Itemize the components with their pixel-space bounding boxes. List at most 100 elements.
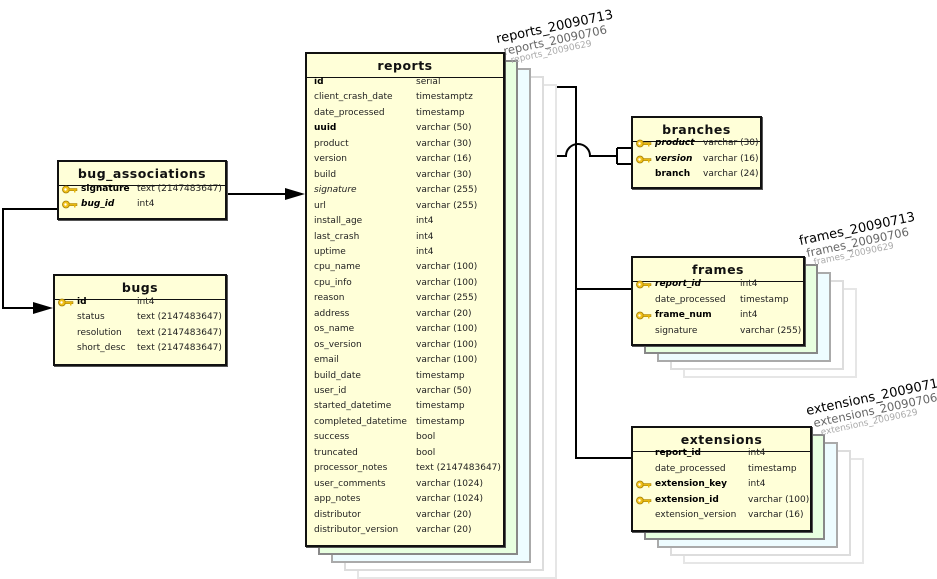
column-type: varchar (1024) <box>416 478 483 489</box>
table-column-row[interactable]: url varchar (255) <box>307 199 503 214</box>
column-type: int4 <box>416 246 434 257</box>
table-column-row[interactable]: user_id varchar (50) <box>307 384 503 399</box>
table-column-row[interactable]: extension_key int4 <box>633 477 810 492</box>
column-type: int4 <box>740 310 758 321</box>
table-column-row[interactable]: uuid varchar (50) <box>307 121 503 136</box>
table-column-row[interactable]: signature varchar (255) <box>307 183 503 198</box>
column-name: cpu_info <box>314 277 352 288</box>
table-column-row[interactable]: product varchar (30) <box>633 136 760 151</box>
column-name: build <box>314 169 337 180</box>
column-type: varchar (16) <box>703 153 759 164</box>
primary-key-icon <box>636 496 652 505</box>
column-type: varchar (20) <box>416 308 472 319</box>
table-column-row[interactable]: build varchar (30) <box>307 168 503 183</box>
column-type: timestamp <box>416 401 465 412</box>
column-type: text (2147483647) <box>137 343 222 354</box>
column-type: timestamp <box>740 294 789 305</box>
table-column-row[interactable]: report_id int4 <box>633 446 810 461</box>
table-column-row[interactable]: success bool <box>307 430 503 445</box>
column-name: branch <box>655 169 691 180</box>
column-type: varchar (100) <box>416 277 478 288</box>
table-column-row[interactable]: bug_id int4 <box>59 197 225 212</box>
column-name: frame_num <box>655 310 712 321</box>
column-name: signature <box>655 325 698 336</box>
table-column-row[interactable]: processor_notes text (2147483647) <box>307 461 503 476</box>
column-name: distributor <box>314 509 361 520</box>
column-name: truncated <box>314 447 358 458</box>
table-column-row[interactable]: app_notes varchar (1024) <box>307 492 503 507</box>
table-column-row[interactable]: date_processed timestamp <box>633 462 810 477</box>
column-name: os_name <box>314 324 355 335</box>
column-name: user_comments <box>314 478 386 489</box>
table-branches[interactable]: branches product varchar (30) version varcha… <box>631 116 762 189</box>
table-column-row[interactable]: address varchar (20) <box>307 307 503 322</box>
column-name: processor_notes <box>314 463 388 474</box>
table-reports[interactable]: reports id serial client_crash_date timestam… <box>305 52 505 547</box>
table-column-row[interactable]: completed_datetime timestamp <box>307 415 503 430</box>
column-type: varchar (30) <box>703 138 759 148</box>
column-name: last_crash <box>314 231 360 242</box>
table-column-row[interactable]: signature varchar (255) <box>633 324 803 339</box>
table-bug-associations[interactable]: bug_associations signature text (214748364… <box>57 160 227 220</box>
column-type: varchar (100) <box>748 494 810 505</box>
table-column-row[interactable]: os_name varchar (100) <box>307 322 503 337</box>
table-column-row[interactable]: date_processed timestamp <box>633 293 803 308</box>
table-extensions[interactable]: extensions report_id int4 date_processed tim… <box>631 426 812 532</box>
primary-key-icon <box>58 298 74 307</box>
table-column-row[interactable]: distributor_version varchar (20) <box>307 523 503 538</box>
table-column-row[interactable]: distributor varchar (20) <box>307 508 503 523</box>
column-name: resolution <box>77 327 122 338</box>
column-type: varchar (255) <box>416 185 478 196</box>
column-name: client_crash_date <box>314 92 393 103</box>
table-column-row[interactable]: extension_version varchar (16) <box>633 508 810 523</box>
column-type: varchar (100) <box>416 262 478 273</box>
column-type: int4 <box>416 231 434 242</box>
column-name: report_id <box>655 448 701 458</box>
table-column-row[interactable]: client_crash_date timestamptz <box>307 90 503 105</box>
column-name: signature <box>81 184 130 194</box>
table-column-row[interactable]: version varchar (16) <box>633 152 760 167</box>
table-column-row[interactable]: started_datetime timestamp <box>307 399 503 414</box>
table-bugs[interactable]: bugs id int4 status text (2147483647) resolut… <box>53 274 227 366</box>
table-column-row[interactable]: user_comments varchar (1024) <box>307 477 503 492</box>
table-column-row[interactable]: resolution text (2147483647) <box>55 326 225 341</box>
column-type: text (2147483647) <box>137 184 222 194</box>
column-name: completed_datetime <box>314 416 407 427</box>
column-type: int4 <box>748 448 766 458</box>
table-column-row[interactable]: install_age int4 <box>307 214 503 229</box>
table-column-row[interactable]: build_date timestamp <box>307 369 503 384</box>
table-column-row[interactable]: reason varchar (255) <box>307 291 503 306</box>
arrow-head <box>33 302 53 314</box>
table-column-row[interactable]: frame_num int4 <box>633 308 803 323</box>
column-name: success <box>314 432 350 443</box>
table-column-row[interactable]: report_id int4 <box>633 277 803 292</box>
column-name: uuid <box>314 123 337 134</box>
column-name: product <box>314 138 349 149</box>
table-column-row[interactable]: product varchar (30) <box>307 137 503 152</box>
table-column-row[interactable]: truncated bool <box>307 446 503 461</box>
table-column-row[interactable]: last_crash int4 <box>307 230 503 245</box>
column-name: email <box>314 355 339 366</box>
table-column-row[interactable]: date_processed timestamp <box>307 106 503 121</box>
table-column-row[interactable]: cpu_name varchar (100) <box>307 260 503 275</box>
column-type: bool <box>416 447 436 458</box>
column-name: url <box>314 200 326 211</box>
table-column-row[interactable]: id int4 <box>55 295 225 310</box>
column-name: date_processed <box>655 294 726 305</box>
table-column-row[interactable]: short_desc text (2147483647) <box>55 341 225 356</box>
table-column-row[interactable]: signature text (2147483647) <box>59 182 225 197</box>
table-frames[interactable]: frames report_id int4 date_processed timesta… <box>631 256 805 346</box>
column-name: build_date <box>314 370 361 381</box>
column-name: report_id <box>655 279 701 289</box>
table-column-row[interactable]: extension_id varchar (100) <box>633 493 810 508</box>
table-column-row[interactable]: id serial <box>307 75 503 90</box>
table-column-row[interactable]: uptime int4 <box>307 245 503 260</box>
table-column-row[interactable]: version varchar (16) <box>307 152 503 167</box>
column-type: int4 <box>416 216 434 227</box>
table-column-row[interactable]: cpu_info varchar (100) <box>307 276 503 291</box>
table-column-row[interactable]: status text (2147483647) <box>55 310 225 325</box>
table-column-row[interactable]: os_version varchar (100) <box>307 338 503 353</box>
table-column-row[interactable]: branch varchar (24) <box>633 167 760 182</box>
column-type: varchar (30) <box>416 138 472 149</box>
table-column-row[interactable]: email varchar (100) <box>307 353 503 368</box>
